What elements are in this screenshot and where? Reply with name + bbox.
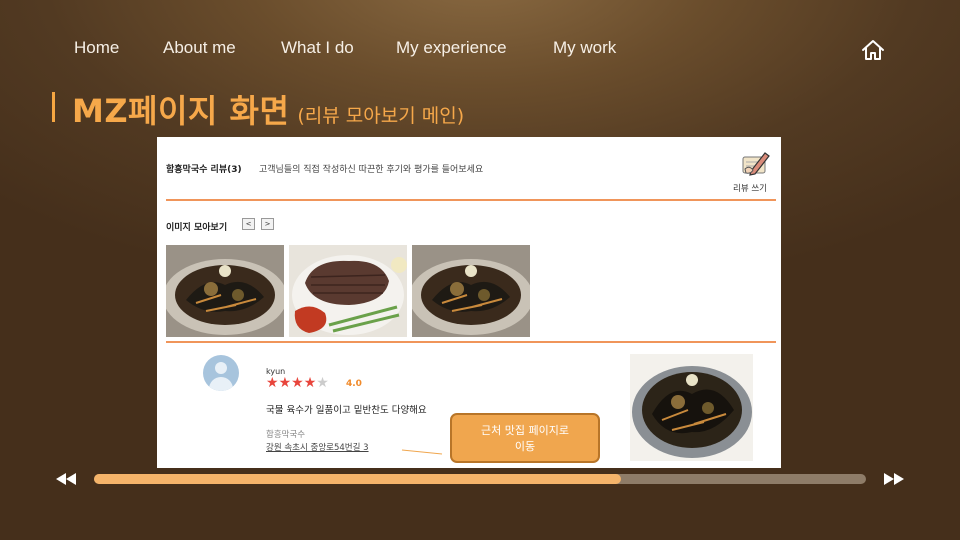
avatar-head [215, 362, 227, 374]
gallery-image-noodles-2[interactable] [412, 245, 530, 337]
rating-value: 4.0 [346, 379, 362, 389]
write-review-label[interactable]: 리뷰 쓰기 [733, 182, 767, 194]
star-icon: ★ [291, 375, 304, 391]
star-empty-icon: ★ [316, 375, 329, 391]
title-accent-bar [52, 92, 55, 122]
page-title-sub: (리뷰 모아보기 메인) [297, 105, 465, 127]
pen-write-icon[interactable] [739, 149, 771, 177]
fast-forward-icon[interactable] [882, 470, 906, 488]
star-icon: ★ [278, 375, 292, 391]
avatar-body [209, 377, 233, 391]
home-icon[interactable] [861, 38, 885, 62]
page-title: MZ페이지 화면 (리뷰 모아보기 메인) [72, 86, 464, 132]
page-title-main: MZ페이지 화면 [72, 92, 290, 130]
callout-pointer-line [401, 449, 443, 455]
review-header-description: 고객님들의 직접 작성하신 따끈한 후기와 평가를 들어보세요 [259, 165, 484, 175]
gallery-divider [166, 341, 776, 343]
restaurant-address-link[interactable]: 강원 속초시 중앙로54번길 3 [266, 441, 369, 453]
gallery-next-button[interactable]: > [261, 218, 274, 230]
header-divider [166, 199, 776, 201]
review-text: 국물 육수가 일품이고 밑반찬도 다양해요 [266, 405, 427, 416]
gallery-prev-button[interactable]: < [242, 218, 255, 230]
review-photo[interactable] [630, 354, 753, 461]
rewind-icon[interactable] [54, 470, 78, 488]
star-rating: ★★★★★ [266, 375, 329, 391]
callout-note: 근처 맛집 페이지로 이동 [450, 413, 600, 463]
restaurant-name: 함흥막국수 [266, 430, 306, 440]
top-nav: Home About me What I do My experience My… [0, 38, 960, 62]
nav-what-i-do[interactable]: What I do [281, 38, 354, 58]
callout-line-2: 이동 [514, 440, 536, 453]
nav-my-experience[interactable]: My experience [396, 38, 507, 58]
callout-line-1: 근처 맛집 페이지로 [481, 424, 569, 437]
star-icon: ★ [266, 375, 279, 391]
star-icon: ★ [303, 375, 317, 391]
gallery-image-noodles[interactable] [166, 245, 284, 337]
nav-my-work[interactable]: My work [553, 38, 616, 58]
progress-track[interactable] [94, 474, 866, 484]
progress-fill [94, 474, 622, 484]
avatar [203, 355, 239, 391]
gallery-title: 이미지 모아보기 [166, 223, 228, 233]
nav-home[interactable]: Home [74, 38, 119, 58]
gallery-image-meat[interactable] [289, 245, 407, 337]
nav-about-me[interactable]: About me [163, 38, 236, 58]
review-header-title: 함흥막국수 리뷰(3) [166, 165, 242, 175]
